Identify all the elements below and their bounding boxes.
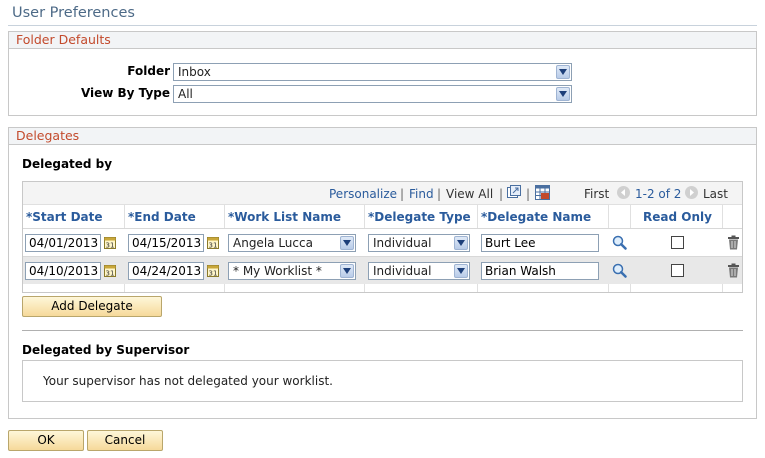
folder-select-value: Inbox	[178, 65, 211, 79]
first-label: First	[584, 187, 610, 201]
view-by-type-select[interactable]: All	[173, 85, 572, 103]
column-header-delegate-name: *Delegate Name	[481, 210, 592, 224]
folder-label: Folder	[127, 64, 170, 78]
previous-row-icon[interactable]	[617, 186, 630, 199]
work-list-name-value: Angela Lucca	[233, 236, 313, 250]
start-date-input[interactable]: 04/01/2013	[25, 234, 101, 252]
delegate-type-select[interactable]: Individual	[368, 234, 470, 252]
delete-row-icon[interactable]	[727, 235, 740, 250]
page-title: User Preferences	[12, 5, 135, 21]
folder-defaults-group: Folder Defaults Folder Inbox View By Typ…	[8, 31, 757, 116]
start-date-input[interactable]: 04/10/2013	[25, 262, 101, 280]
calendar-icon[interactable]	[207, 236, 219, 249]
nav-separator: |	[526, 187, 531, 201]
supervisor-delegation-box: Your supervisor has not delegated your w…	[22, 360, 743, 402]
end-date-input[interactable]: 04/24/2013	[128, 262, 204, 280]
chevron-down-icon[interactable]	[454, 236, 468, 250]
title-divider	[8, 25, 757, 26]
delegated-by-supervisor-heading: Delegated by Supervisor	[22, 343, 190, 357]
work-list-name-select[interactable]: * My Worklist *	[228, 262, 356, 280]
add-delegate-button[interactable]: Add Delegate	[22, 296, 162, 317]
calendar-icon[interactable]	[207, 264, 219, 277]
table-row: 04/10/2013 04/24/2013 * My Worklist * In…	[23, 256, 742, 284]
delegates-grid: Personalize | Find | View All | | First …	[22, 181, 743, 293]
zoom-grid-icon[interactable]	[507, 185, 521, 199]
column-header-delegate-type: *Delegate Type	[368, 210, 471, 224]
folder-select[interactable]: Inbox	[173, 63, 572, 81]
table-row: 04/01/2013 04/15/2013 Angela Lucca Indiv…	[23, 228, 742, 256]
chevron-down-icon[interactable]	[340, 236, 354, 250]
folder-defaults-header: Folder Defaults	[9, 32, 756, 49]
column-header-start-date: *Start Date	[26, 210, 103, 224]
delegate-type-value: Individual	[373, 236, 432, 250]
find-link[interactable]: Find	[409, 187, 434, 201]
nav-separator: |	[400, 187, 405, 201]
read-only-checkbox[interactable]	[671, 236, 684, 249]
grid-header-row: *Start Date *End Date *Work List Name *D…	[23, 204, 742, 228]
nav-separator: |	[437, 187, 442, 201]
delegate-name-input[interactable]: Brian Walsh	[481, 262, 599, 280]
calendar-icon[interactable]	[104, 264, 116, 277]
chevron-down-icon[interactable]	[340, 264, 354, 278]
calendar-icon[interactable]	[104, 236, 116, 249]
work-list-name-select[interactable]: Angela Lucca	[228, 234, 356, 252]
work-list-name-value: * My Worklist *	[233, 264, 322, 278]
chevron-down-icon[interactable]	[454, 264, 468, 278]
delegates-header: Delegates	[9, 128, 756, 145]
last-label: Last	[703, 187, 728, 201]
ok-button[interactable]: OK	[8, 430, 84, 451]
chevron-down-icon[interactable]	[556, 65, 570, 79]
supervisor-message: Your supervisor has not delegated your w…	[43, 374, 333, 388]
delete-row-icon[interactable]	[727, 263, 740, 278]
delegate-name-input[interactable]: Burt Lee	[481, 234, 599, 252]
cancel-button[interactable]: Cancel	[87, 430, 163, 451]
column-header-read-only: Read Only	[643, 210, 712, 224]
delegate-type-select[interactable]: Individual	[368, 262, 470, 280]
download-spreadsheet-icon[interactable]	[535, 185, 550, 200]
view-by-type-label: View By Type	[80, 86, 170, 100]
grid-nav-bar: Personalize | Find | View All | | First …	[23, 182, 742, 204]
nav-separator: |	[499, 187, 504, 201]
delegates-group: Delegates Delegated by Personalize | Fin…	[8, 127, 757, 419]
end-date-input[interactable]: 04/15/2013	[128, 234, 204, 252]
column-header-work-list-name: *Work List Name	[228, 210, 342, 224]
delegate-type-value: Individual	[373, 264, 432, 278]
next-row-icon[interactable]	[685, 186, 698, 199]
lookup-icon[interactable]	[612, 263, 627, 278]
lookup-icon[interactable]	[612, 235, 627, 250]
column-header-end-date: *End Date	[128, 210, 196, 224]
section-divider	[22, 330, 743, 331]
personalize-link[interactable]: Personalize	[329, 187, 397, 201]
row-range-text: 1-2 of 2	[635, 187, 682, 201]
chevron-down-icon[interactable]	[556, 87, 570, 101]
view-by-type-select-value: All	[178, 87, 193, 101]
read-only-checkbox[interactable]	[671, 264, 684, 277]
view-all-link[interactable]: View All	[446, 187, 493, 201]
delegated-by-heading: Delegated by	[22, 157, 113, 171]
